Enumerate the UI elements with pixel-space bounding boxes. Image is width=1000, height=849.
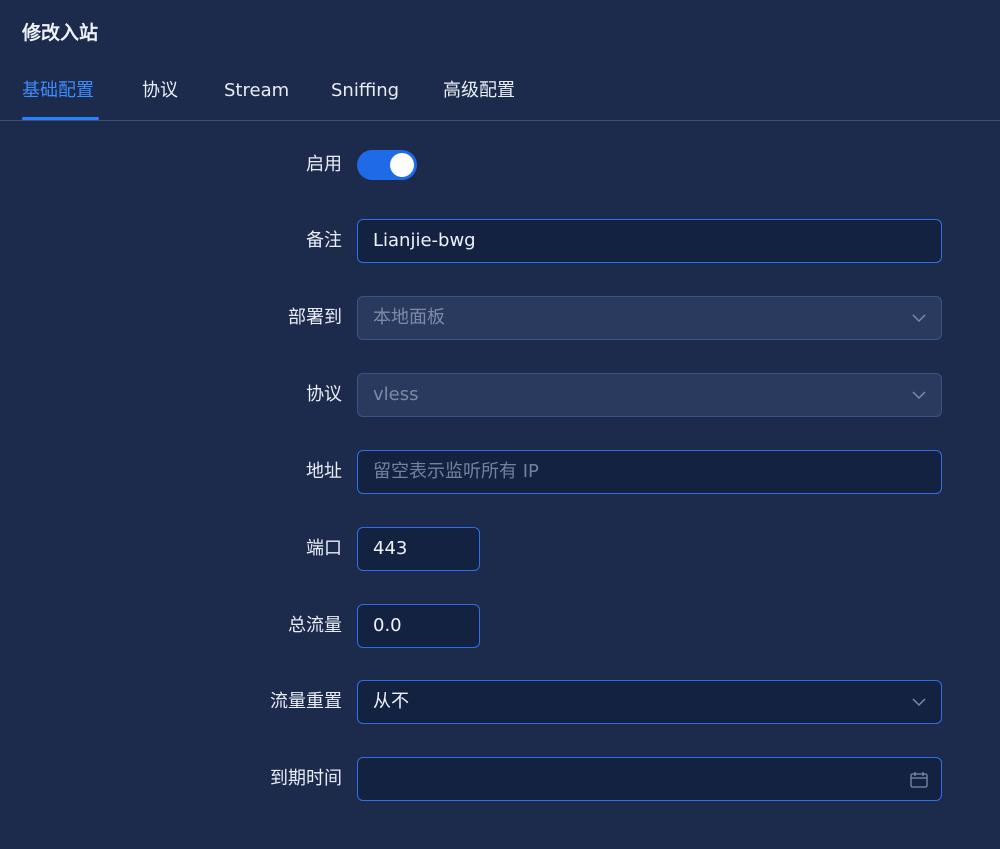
chevron-down-icon xyxy=(909,681,929,723)
deploy-to-label: 部署到 xyxy=(288,307,342,328)
expiry-time-label: 到期时间 xyxy=(270,768,342,789)
dialog-title: 修改入站 xyxy=(22,22,99,44)
form-row-protocol: 协议 vless xyxy=(0,373,1000,417)
protocol-select[interactable]: vless xyxy=(357,373,942,417)
address-input[interactable]: 留空表示监听所有 IP xyxy=(357,450,942,494)
protocol-value: vless xyxy=(373,384,419,405)
form-row-enable: 启用 xyxy=(0,143,1000,187)
form-row-total-traffic: 总流量 0.0 xyxy=(0,604,1000,648)
deploy-to-value: 本地面板 xyxy=(373,307,445,328)
port-label: 端口 xyxy=(306,538,342,559)
tab-stream[interactable]: Stream xyxy=(224,78,289,104)
form-row-traffic-reset: 流量重置 从不 xyxy=(0,680,1000,724)
enable-label: 启用 xyxy=(306,154,342,175)
form-row-expiry-time: 到期时间 xyxy=(0,757,1000,801)
protocol-label: 协议 xyxy=(306,384,342,405)
tab-bar: 基础配置 协议 Stream Sniffing 高级配置 xyxy=(0,68,1000,121)
form-row-port: 端口 443 xyxy=(0,527,1000,571)
traffic-reset-label: 流量重置 xyxy=(270,691,342,712)
address-placeholder: 留空表示监听所有 IP xyxy=(373,461,539,482)
port-input[interactable]: 443 xyxy=(357,527,480,571)
traffic-reset-select[interactable]: 从不 xyxy=(357,680,942,724)
address-label: 地址 xyxy=(306,461,342,482)
deploy-to-select[interactable]: 本地面板 xyxy=(357,296,942,340)
form-row-deploy-to: 部署到 本地面板 xyxy=(0,296,1000,340)
chevron-down-icon xyxy=(909,374,929,416)
tab-advanced-config[interactable]: 高级配置 xyxy=(443,78,515,104)
chevron-down-icon xyxy=(909,297,929,339)
remark-label: 备注 xyxy=(306,230,342,251)
expiry-time-picker[interactable] xyxy=(357,757,942,801)
total-traffic-input[interactable]: 0.0 xyxy=(357,604,480,648)
total-traffic-label: 总流量 xyxy=(288,615,342,636)
form-row-remark: 备注 Lianjie-bwg xyxy=(0,219,1000,263)
tab-basic-config[interactable]: 基础配置 xyxy=(22,78,94,104)
tab-protocol[interactable]: 协议 xyxy=(142,78,178,104)
enable-toggle[interactable] xyxy=(357,150,417,180)
toggle-knob xyxy=(390,153,414,177)
active-tab-indicator xyxy=(22,117,99,120)
tab-sniffing[interactable]: Sniffing xyxy=(331,78,399,104)
form-row-address: 地址 留空表示监听所有 IP xyxy=(0,450,1000,494)
calendar-icon[interactable] xyxy=(909,758,929,800)
traffic-reset-value: 从不 xyxy=(373,691,409,712)
remark-input[interactable]: Lianjie-bwg xyxy=(357,219,942,263)
